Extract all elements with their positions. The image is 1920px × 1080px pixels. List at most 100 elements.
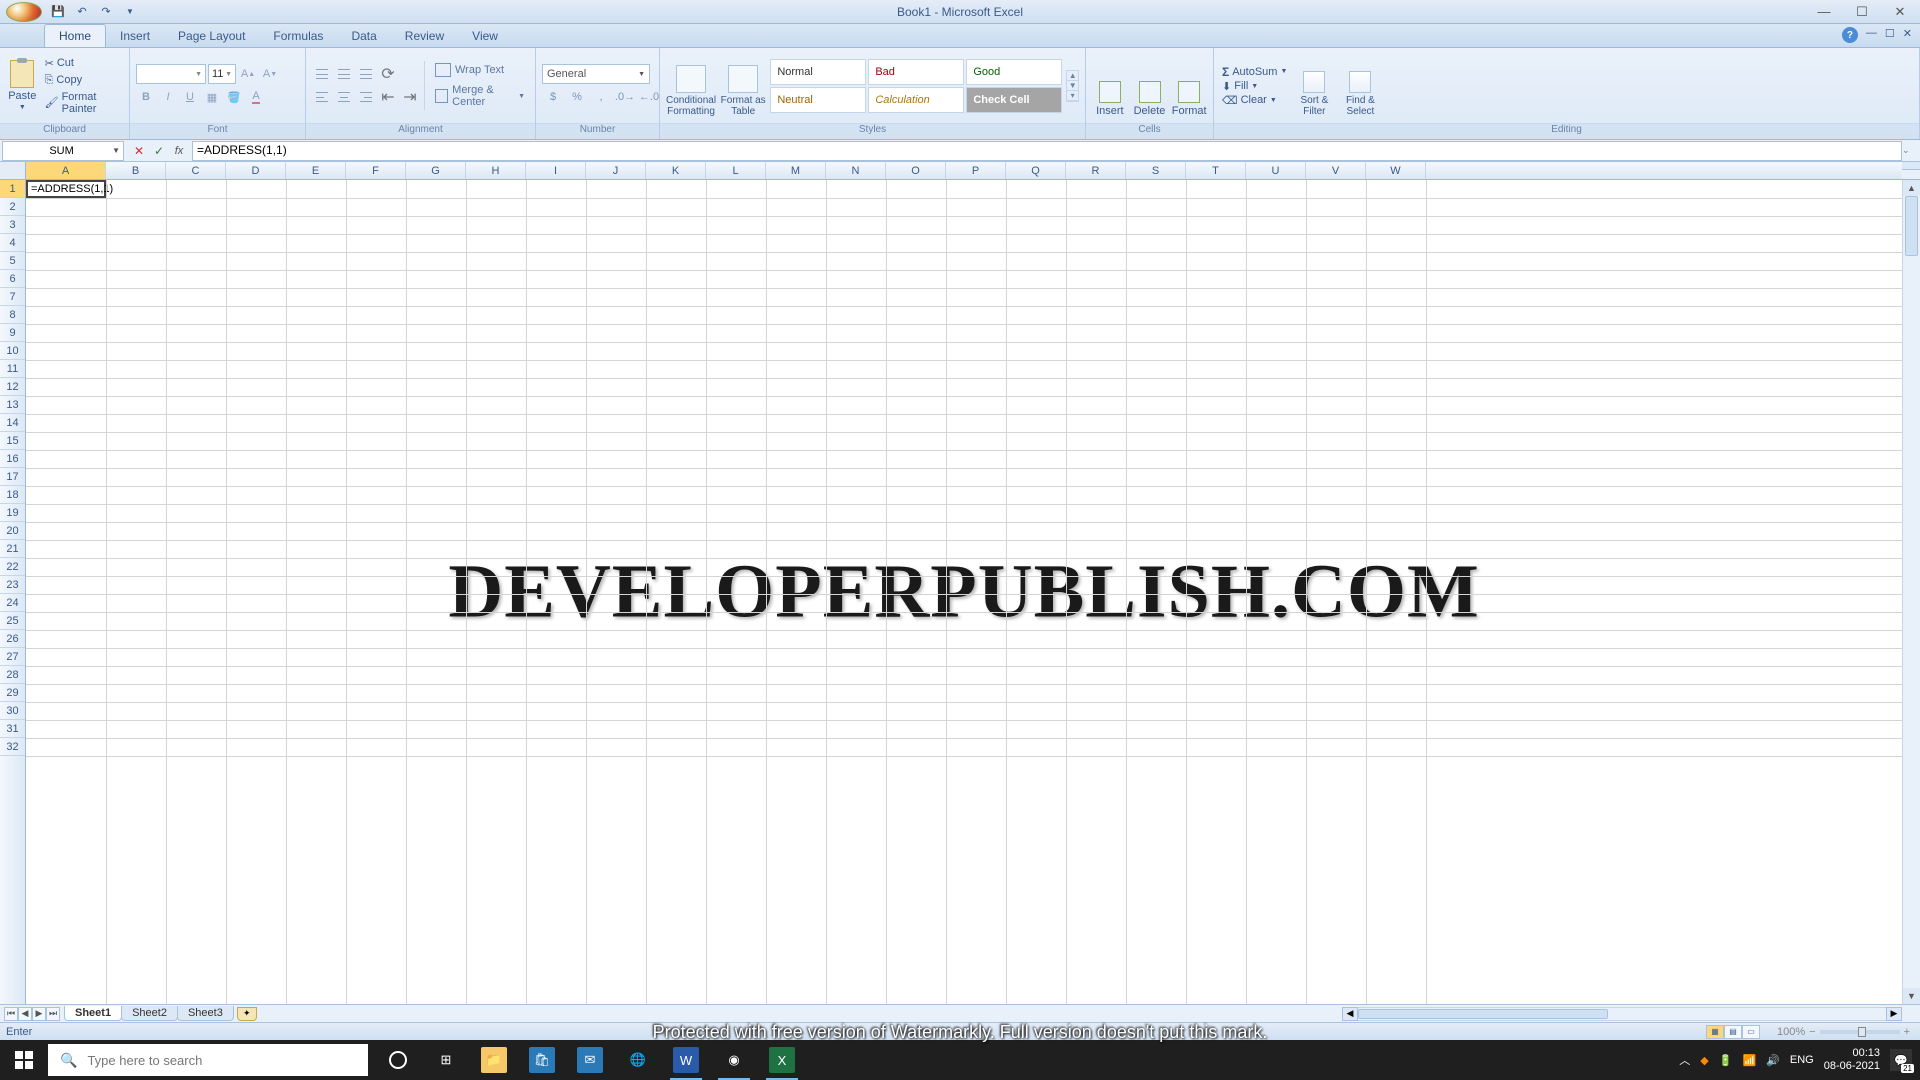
paste-button[interactable]: Paste ▼: [6, 53, 39, 119]
word-button[interactable]: W: [664, 1040, 708, 1080]
font-name-input[interactable]: ▼: [136, 64, 206, 84]
border-button[interactable]: ▦: [202, 87, 222, 107]
zoom-in-button[interactable]: +: [1904, 1026, 1910, 1038]
ribbon-minimize-icon[interactable]: —: [1866, 27, 1877, 43]
cut-button[interactable]: ✂Cut: [43, 56, 123, 71]
scroll-up-icon[interactable]: ▲: [1067, 71, 1078, 81]
col-header-r[interactable]: R: [1066, 162, 1126, 179]
insert-sheet-button[interactable]: ✦: [237, 1007, 257, 1021]
col-header-k[interactable]: K: [646, 162, 706, 179]
tab-page-layout[interactable]: Page Layout: [164, 25, 259, 47]
row-header-22[interactable]: 22: [0, 558, 25, 576]
tab-home[interactable]: Home: [44, 24, 106, 47]
comma-button[interactable]: ,: [590, 87, 612, 107]
row-header-11[interactable]: 11: [0, 360, 25, 378]
scroll-up-button[interactable]: ▲: [1903, 180, 1920, 196]
split-handle-top[interactable]: [1902, 162, 1920, 170]
select-all-corner[interactable]: [0, 162, 26, 180]
delete-cells-button[interactable]: Delete: [1132, 53, 1168, 119]
row-header-7[interactable]: 7: [0, 288, 25, 306]
enter-button[interactable]: ✓: [150, 142, 168, 160]
style-good[interactable]: Good: [966, 59, 1062, 85]
notifications-button[interactable]: 💬21: [1890, 1049, 1912, 1071]
tab-review[interactable]: Review: [391, 25, 458, 47]
font-color-button[interactable]: A: [246, 87, 266, 107]
shrink-font-icon[interactable]: A▼: [260, 64, 280, 84]
maximize-button[interactable]: ☐: [1848, 3, 1876, 21]
formula-input[interactable]: =ADDRESS(1,1): [192, 141, 1902, 161]
col-header-t[interactable]: T: [1186, 162, 1246, 179]
undo-icon[interactable]: ↶: [72, 3, 92, 21]
align-right-button[interactable]: [356, 87, 376, 107]
row-header-12[interactable]: 12: [0, 378, 25, 396]
col-header-i[interactable]: I: [526, 162, 586, 179]
close-button[interactable]: ✕: [1886, 3, 1914, 21]
increase-indent-button[interactable]: ⇥: [400, 87, 420, 107]
col-header-w[interactable]: W: [1366, 162, 1426, 179]
row-header-30[interactable]: 30: [0, 702, 25, 720]
task-view-button[interactable]: [376, 1040, 420, 1080]
sheet-nav-prev[interactable]: ◀: [18, 1007, 32, 1021]
zoom-out-button[interactable]: −: [1809, 1026, 1815, 1038]
format-painter-button[interactable]: 🖌Format Painter: [43, 90, 123, 116]
col-header-o[interactable]: O: [886, 162, 946, 179]
find-select-button[interactable]: Find & Select: [1339, 53, 1381, 119]
orientation-button[interactable]: ⟳: [378, 64, 398, 84]
fill-color-button[interactable]: 🪣: [224, 87, 244, 107]
row-header-9[interactable]: 9: [0, 324, 25, 342]
wrap-text-button[interactable]: Wrap Text: [431, 61, 529, 79]
fill-button[interactable]: ⬇Fill▼: [1220, 80, 1289, 93]
row-header-16[interactable]: 16: [0, 450, 25, 468]
hscroll-thumb[interactable]: [1358, 1009, 1608, 1019]
format-as-table-button[interactable]: Format as Table: [720, 53, 766, 119]
accounting-button[interactable]: $: [542, 87, 564, 107]
hscroll-left[interactable]: ◀: [1342, 1007, 1358, 1021]
view-page-break-button[interactable]: ▭: [1742, 1025, 1760, 1039]
col-header-e[interactable]: E: [286, 162, 346, 179]
tray-battery-icon[interactable]: 🔋: [1719, 1054, 1733, 1067]
col-header-u[interactable]: U: [1246, 162, 1306, 179]
bold-button[interactable]: B: [136, 87, 156, 107]
format-cells-button[interactable]: Format: [1171, 53, 1207, 119]
style-bad[interactable]: Bad: [868, 59, 964, 85]
autosum-button[interactable]: ΣAutoSum▼: [1220, 65, 1289, 79]
clear-button[interactable]: ⌫Clear▼: [1220, 94, 1289, 107]
percent-button[interactable]: %: [566, 87, 588, 107]
chrome-button[interactable]: ◉: [712, 1040, 756, 1080]
col-header-j[interactable]: J: [586, 162, 646, 179]
merge-center-button[interactable]: Merge & Center▼: [431, 82, 529, 110]
tab-insert[interactable]: Insert: [106, 25, 164, 47]
cancel-button[interactable]: ✕: [130, 142, 148, 160]
row-header-21[interactable]: 21: [0, 540, 25, 558]
horizontal-scrollbar[interactable]: ◀ ▶: [1342, 1006, 1902, 1022]
help-icon[interactable]: ?: [1842, 27, 1858, 43]
zoom-knob[interactable]: [1858, 1027, 1866, 1037]
row-header-18[interactable]: 18: [0, 486, 25, 504]
align-bottom-button[interactable]: [356, 64, 376, 84]
row-header-3[interactable]: 3: [0, 216, 25, 234]
align-middle-button[interactable]: [334, 64, 354, 84]
align-left-button[interactable]: [312, 87, 332, 107]
row-header-29[interactable]: 29: [0, 684, 25, 702]
italic-button[interactable]: I: [158, 87, 178, 107]
decrease-indent-button[interactable]: ⇤: [378, 87, 398, 107]
tray-security-icon[interactable]: ◆: [1700, 1054, 1708, 1067]
row-header-25[interactable]: 25: [0, 612, 25, 630]
col-header-v[interactable]: V: [1306, 162, 1366, 179]
row-header-4[interactable]: 4: [0, 234, 25, 252]
row-header-31[interactable]: 31: [0, 720, 25, 738]
store-button[interactable]: 🛍: [520, 1040, 564, 1080]
view-page-layout-button[interactable]: ▤: [1724, 1025, 1742, 1039]
excel-button[interactable]: X: [760, 1040, 804, 1080]
sheet-nav-last[interactable]: ⏭: [46, 1007, 60, 1021]
row-header-15[interactable]: 15: [0, 432, 25, 450]
col-header-c[interactable]: C: [166, 162, 226, 179]
tray-clock[interactable]: 00:13 08-06-2021: [1824, 1047, 1880, 1073]
scroll-down-button[interactable]: ▼: [1903, 988, 1920, 1004]
explorer-button[interactable]: 📁: [472, 1040, 516, 1080]
sheet-nav-first[interactable]: ⏮: [4, 1007, 18, 1021]
hscroll-right[interactable]: ▶: [1886, 1007, 1902, 1021]
tab-formulas[interactable]: Formulas: [259, 25, 337, 47]
col-header-p[interactable]: P: [946, 162, 1006, 179]
sheet-tab-sheet2[interactable]: Sheet2: [121, 1006, 178, 1021]
